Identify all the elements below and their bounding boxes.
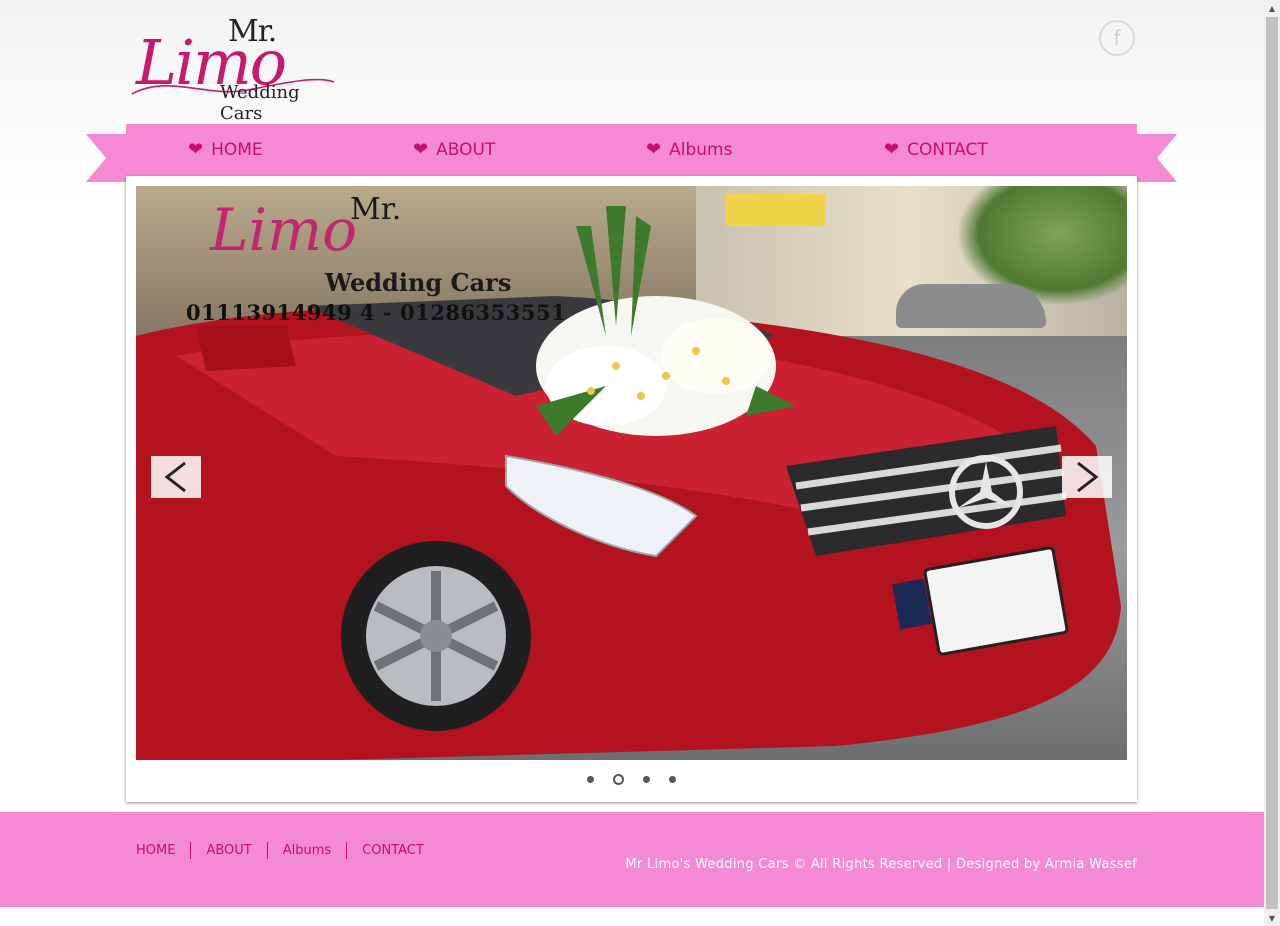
nav-item-albums[interactable]: ❤ Albums [646, 124, 732, 176]
footer-link-contact[interactable]: CONTACT [346, 842, 439, 859]
nav-item-home[interactable]: ❤ HOME [188, 124, 263, 176]
slider-dot-2[interactable] [613, 773, 624, 785]
overlay-mr-text: Mr. [350, 192, 402, 227]
ribbon-tail-right [1157, 134, 1177, 182]
site-logo[interactable]: Limo Mr. Wedding Cars [128, 12, 338, 124]
chevron-right-icon [1077, 461, 1099, 493]
facebook-glyph: f [1113, 26, 1121, 50]
ribbon-fold-right [1134, 134, 1158, 182]
logo-mr-text: Mr. [228, 14, 277, 49]
page: Limo Mr. Wedding Cars f ❤ HOME ❤ ABOUT ❤… [0, 0, 1264, 926]
footer-link-about[interactable]: ABOUT [190, 842, 266, 859]
nav-item-label: HOME [211, 140, 263, 160]
heart-icon: ❤ [413, 139, 429, 160]
overlay-phone-numbers: 01113914949 4 - 01286353551 [186, 300, 567, 325]
image-slider: Limo Mr. Wedding Cars 01113914949 4 - 01… [126, 176, 1137, 802]
chevron-left-icon [164, 461, 186, 493]
facebook-icon[interactable]: f [1099, 20, 1135, 56]
slider-dot-1[interactable] [587, 775, 594, 783]
footer: HOME ABOUT Albums CONTACT Mr Limo's Wedd… [0, 812, 1264, 907]
ribbon-tail-left [86, 134, 106, 182]
slider-prev-button[interactable] [151, 456, 201, 498]
main-nav: ❤ HOME ❤ ABOUT ❤ Albums ❤ CONTACT [126, 124, 1137, 176]
slider-dot-4[interactable] [669, 775, 676, 783]
logo-subtitle: Wedding Cars [220, 82, 300, 124]
page-scrollbar[interactable]: ▲ ▼ [1264, 0, 1280, 926]
scroll-down-arrow-icon[interactable]: ▼ [1264, 910, 1280, 926]
footer-link-home[interactable]: HOME [136, 842, 190, 859]
heart-icon: ❤ [884, 139, 900, 160]
nav-item-label: Albums [669, 140, 733, 160]
footer-link-albums[interactable]: Albums [266, 842, 346, 859]
nav-item-about[interactable]: ❤ ABOUT [413, 124, 495, 176]
copyright-text: Mr Limo's Wedding Cars © All Rights Rese… [625, 857, 1137, 872]
overlay-subtitle: Wedding Cars [325, 268, 512, 297]
footer-nav: HOME ABOUT Albums CONTACT [136, 842, 439, 859]
scroll-up-arrow-icon[interactable]: ▲ [1264, 0, 1280, 16]
scrollbar-thumb[interactable] [1266, 17, 1278, 909]
heart-icon: ❤ [646, 139, 662, 160]
slider-next-button[interactable] [1062, 456, 1112, 498]
heart-icon: ❤ [188, 139, 204, 160]
nav-item-contact[interactable]: ❤ CONTACT [884, 124, 988, 176]
slide-image: Limo Mr. Wedding Cars 01113914949 4 - 01… [136, 186, 1127, 760]
slider-dot-3[interactable] [643, 775, 650, 783]
overlay-limo-text: Limo [210, 196, 357, 264]
slider-pagination [126, 772, 1137, 786]
nav-item-label: CONTACT [907, 140, 988, 160]
nav-item-label: ABOUT [436, 140, 496, 160]
slide-overlay-logo: Limo Mr. Wedding Cars 01113914949 4 - 01… [150, 192, 580, 325]
